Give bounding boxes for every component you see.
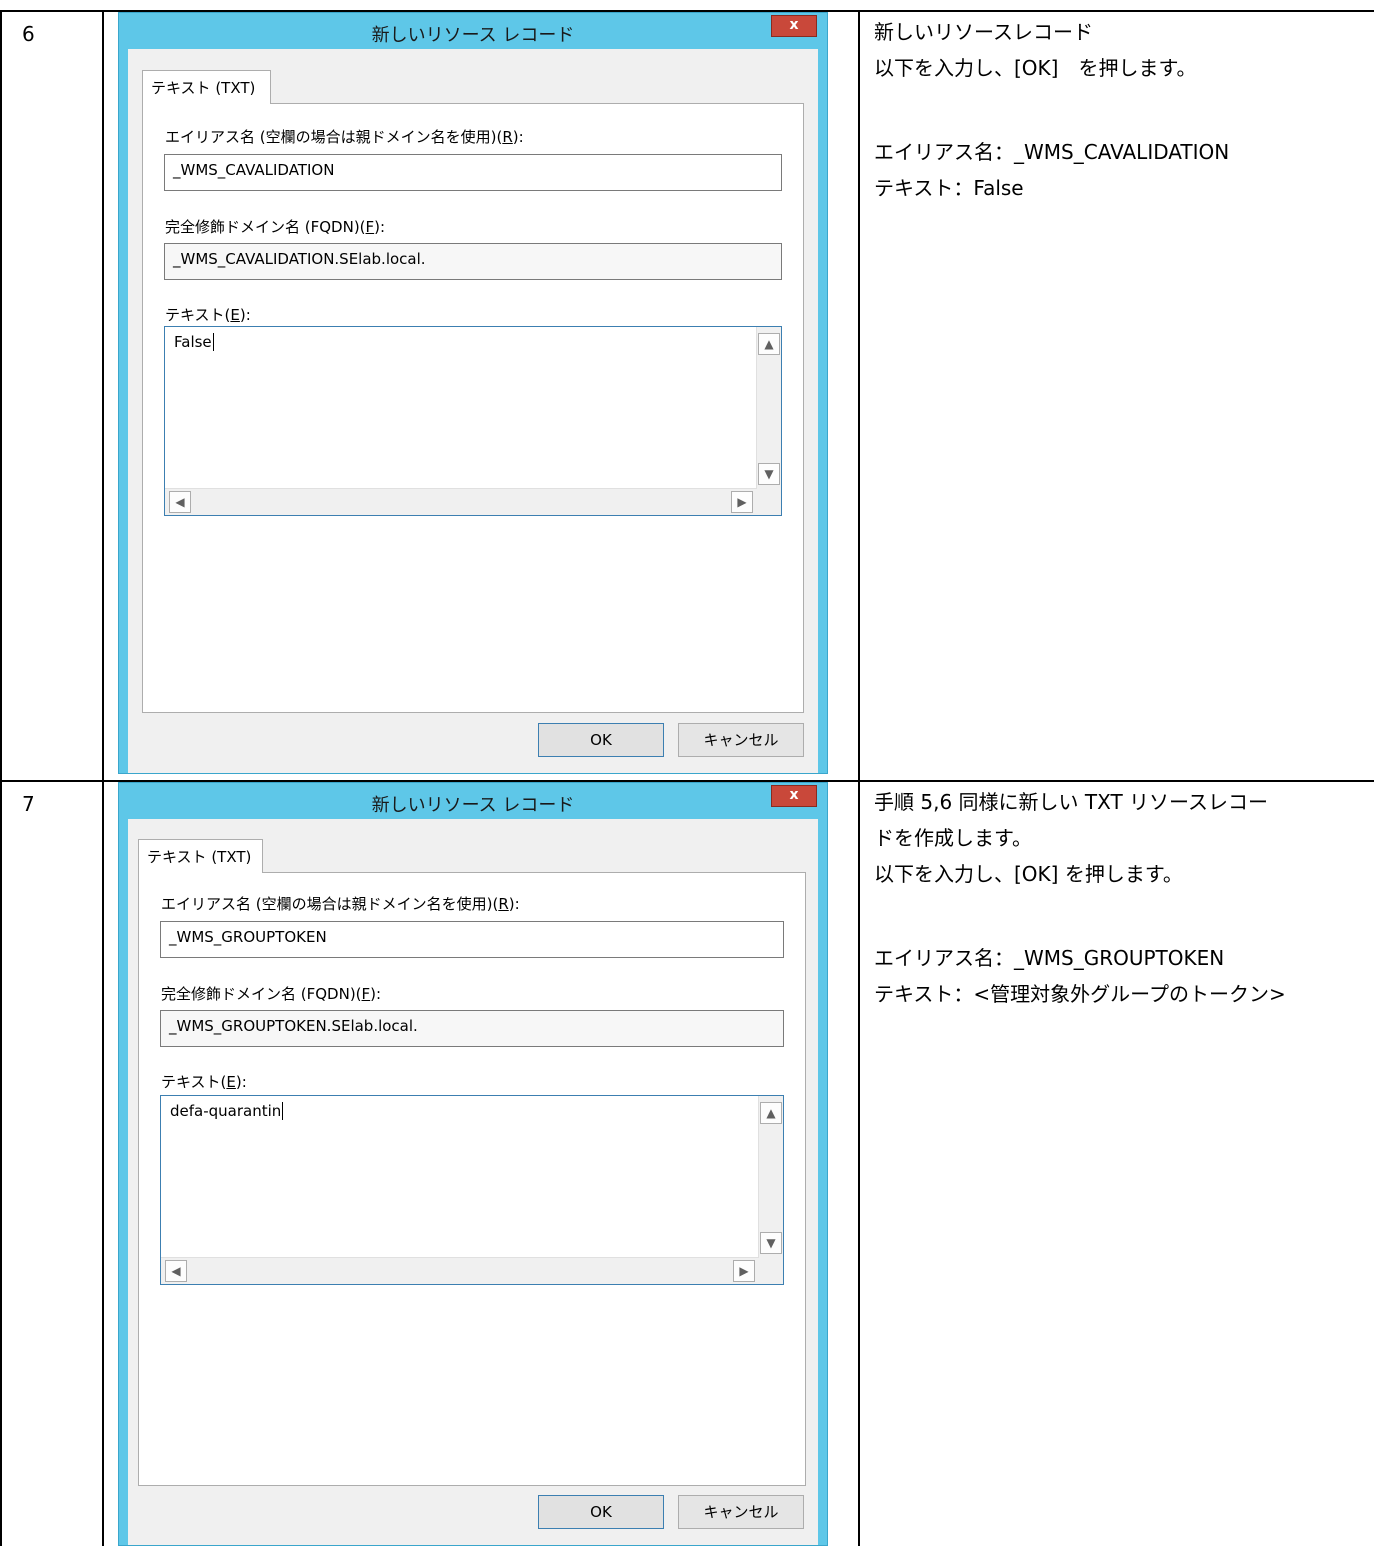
- alias-label-text: エイリアス名 (空欄の場合は親ドメイン名を使用)(: [161, 895, 499, 913]
- alias-label-accesskey: R: [502, 128, 513, 146]
- text-textarea[interactable]: False ▲ ▼ ◀ ▶: [164, 326, 782, 516]
- ok-button[interactable]: OK: [538, 1495, 664, 1529]
- tab-txt[interactable]: テキスト (TXT): [138, 839, 263, 873]
- dialog-client-area: テキスト (TXT) エイリアス名 (空欄の場合は親ドメイン名を使用)(R): …: [128, 819, 818, 1545]
- text-value: defa-quarantin: [170, 1102, 284, 1120]
- text-label: テキスト(E):: [161, 1071, 247, 1092]
- text-content: False: [174, 333, 212, 351]
- column-divider-2: [858, 10, 860, 1546]
- horizontal-scrollbar[interactable]: ◀ ▶: [161, 1257, 759, 1284]
- dialog-client-area: テキスト (TXT) エイリアス名 (空欄の場合は親ドメイン名を使用)(R): …: [128, 49, 818, 773]
- description-spacer: [874, 86, 1370, 134]
- step-number: 6: [22, 22, 35, 46]
- description-line: 以下を入力し、[OK] を押します。: [874, 56, 1197, 80]
- fqdn-label-suffix: ):: [370, 985, 382, 1003]
- description-line: 以下を入力し、[OK] を押します。: [874, 862, 1183, 886]
- fqdn-label-suffix: ):: [374, 218, 386, 236]
- description-line: ドを作成します。: [874, 826, 1032, 850]
- cancel-button[interactable]: キャンセル: [678, 1495, 804, 1529]
- alias-name-label: エイリアス名 (空欄の場合は親ドメイン名を使用)(R):: [161, 893, 520, 914]
- dialog-title: 新しいリソース レコード: [371, 25, 575, 46]
- step-description: 手順 5,6 同様に新しい TXT リソースレコー ドを作成します。 以下を入力…: [874, 784, 1370, 1012]
- horizontal-scrollbar[interactable]: ◀ ▶: [165, 488, 757, 515]
- text-textarea[interactable]: defa-quarantin ▲ ▼ ◀ ▶: [160, 1095, 784, 1285]
- text-content: defa-quarantin: [170, 1102, 282, 1120]
- alias-name-input[interactable]: _WMS_GROUPTOKEN: [160, 921, 784, 958]
- fqdn-label-text: 完全修飾ドメイン名 (FQDN)(: [165, 218, 366, 236]
- fqdn-label: 完全修飾ドメイン名 (FQDN)(F):: [165, 216, 385, 237]
- new-resource-record-dialog: 新しいリソース レコード x テキスト (TXT) エイリアス名 (空欄の場合は…: [118, 782, 828, 1546]
- fqdn-label-accesskey: F: [365, 218, 375, 236]
- dialog-title: 新しいリソース レコード: [371, 795, 575, 816]
- dialog-titlebar[interactable]: 新しいリソース レコード x: [119, 13, 827, 49]
- dialog-titlebar[interactable]: 新しいリソース レコード x: [119, 783, 827, 819]
- text-label-text: テキスト(: [161, 1073, 227, 1091]
- text-value: False: [174, 333, 214, 351]
- scroll-right-icon[interactable]: ▶: [733, 1260, 755, 1282]
- scroll-down-icon[interactable]: ▼: [760, 1232, 782, 1254]
- column-divider-1: [102, 10, 104, 1546]
- text-caret: [212, 333, 214, 351]
- fqdn-label-text: 完全修飾ドメイン名 (FQDN)(: [161, 985, 362, 1003]
- step-description: 新しいリソースレコード 以下を入力し、[OK] を押します。 エイリアス名：_W…: [874, 14, 1370, 206]
- scroll-corner: [757, 489, 781, 515]
- description-spacer: [874, 892, 1370, 940]
- text-label: テキスト(E):: [165, 304, 251, 325]
- description-line: エイリアス名：_WMS_CAVALIDATION: [874, 140, 1230, 164]
- fqdn-label-accesskey: F: [361, 985, 371, 1003]
- text-label-accesskey: E: [226, 1073, 236, 1091]
- alias-label-suffix: ):: [508, 895, 520, 913]
- description-line: 新しいリソースレコード: [874, 20, 1093, 44]
- new-resource-record-dialog: 新しいリソース レコード x テキスト (TXT) エイリアス名 (空欄の場合は…: [118, 12, 828, 774]
- ok-button[interactable]: OK: [538, 723, 664, 757]
- fqdn-input[interactable]: _WMS_GROUPTOKEN.SElab.local.: [160, 1010, 784, 1047]
- close-button[interactable]: x: [771, 15, 817, 37]
- description-line: 手順 5,6 同様に新しい TXT リソースレコー: [874, 790, 1269, 814]
- step-number: 7: [22, 792, 35, 816]
- text-label-text: テキスト(: [165, 306, 231, 324]
- tab-panel: エイリアス名 (空欄の場合は親ドメイン名を使用)(R): _WMS_GROUPT…: [138, 872, 806, 1486]
- text-caret: [282, 1102, 284, 1120]
- tab-panel: エイリアス名 (空欄の場合は親ドメイン名を使用)(R): _WMS_CAVALI…: [142, 103, 804, 713]
- scroll-corner: [759, 1258, 783, 1284]
- text-label-accesskey: E: [230, 306, 240, 324]
- text-label-suffix: ):: [235, 1073, 247, 1091]
- fqdn-input[interactable]: _WMS_CAVALIDATION.SElab.local.: [164, 243, 782, 280]
- alias-name-input[interactable]: _WMS_CAVALIDATION: [164, 154, 782, 191]
- scroll-up-icon[interactable]: ▲: [760, 1102, 782, 1124]
- fqdn-label: 完全修飾ドメイン名 (FQDN)(F):: [161, 983, 381, 1004]
- tab-txt[interactable]: テキスト (TXT): [142, 70, 271, 104]
- alias-label-accesskey: R: [498, 895, 509, 913]
- alias-label-text: エイリアス名 (空欄の場合は親ドメイン名を使用)(: [165, 128, 503, 146]
- alias-label-suffix: ):: [512, 128, 524, 146]
- scroll-up-icon[interactable]: ▲: [758, 333, 780, 355]
- scroll-down-icon[interactable]: ▼: [758, 463, 780, 485]
- scroll-left-icon[interactable]: ◀: [165, 1260, 187, 1282]
- vertical-scrollbar[interactable]: ▲ ▼: [758, 1096, 783, 1258]
- description-line: エイリアス名：_WMS_GROUPTOKEN: [874, 946, 1225, 970]
- description-line: テキスト：<管理対象外グループのトークン>: [874, 982, 1286, 1006]
- vertical-scrollbar[interactable]: ▲ ▼: [756, 327, 781, 489]
- cancel-button[interactable]: キャンセル: [678, 723, 804, 757]
- close-button[interactable]: x: [771, 785, 817, 807]
- alias-name-label: エイリアス名 (空欄の場合は親ドメイン名を使用)(R):: [165, 126, 524, 147]
- table-left-border: [0, 10, 2, 1546]
- scroll-left-icon[interactable]: ◀: [169, 491, 191, 513]
- close-icon: x: [789, 787, 799, 803]
- close-icon: x: [789, 17, 799, 33]
- description-line: テキスト：False: [874, 176, 1024, 200]
- scroll-right-icon[interactable]: ▶: [731, 491, 753, 513]
- text-label-suffix: ):: [239, 306, 251, 324]
